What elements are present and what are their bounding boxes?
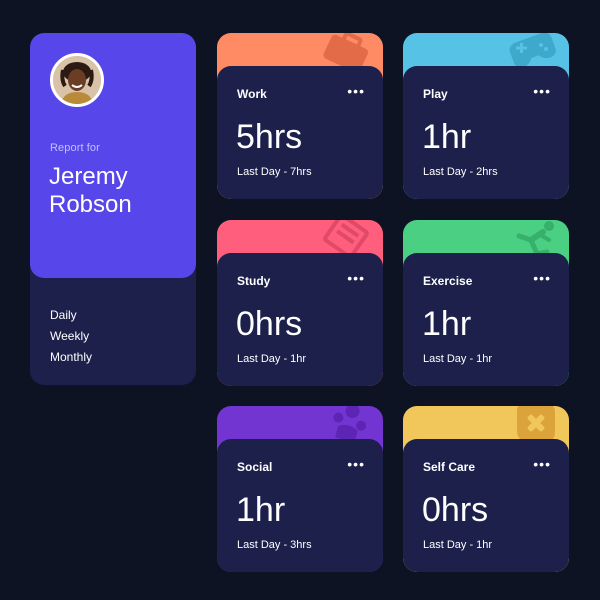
current-hours: 1hr <box>236 491 286 529</box>
user-name: Jeremy Robson <box>49 163 189 219</box>
activity-panel[interactable]: Social ••• 1hr Last Day - 3hrs <box>217 439 383 572</box>
more-options-icon[interactable]: ••• <box>533 457 551 471</box>
user-first-name: Jeremy <box>49 163 128 190</box>
activity-card-play: Play ••• 1hr Last Day - 2hrs <box>403 33 569 199</box>
activity-panel[interactable]: Play ••• 1hr Last Day - 2hrs <box>403 66 569 199</box>
avatar <box>50 53 104 107</box>
report-for-label: Report for <box>50 142 100 154</box>
timeframe-list: Daily Weekly Monthly <box>50 305 92 368</box>
previous-hours: Last Day - 1hr <box>423 539 493 551</box>
activity-card-exercise: Exercise ••• 1hr Last Day - 1hr <box>403 220 569 386</box>
previous-hours: Last Day - 1hr <box>237 353 307 365</box>
more-options-icon[interactable]: ••• <box>347 84 365 98</box>
activity-title: Social <box>237 460 273 474</box>
more-options-icon[interactable]: ••• <box>347 271 365 285</box>
activity-card-social: Social ••• 1hr Last Day - 3hrs <box>217 406 383 572</box>
timeframe-daily[interactable]: Daily <box>50 305 92 326</box>
activity-title: Play <box>423 87 448 101</box>
user-last-name: Robson <box>49 191 132 218</box>
profile-header: Report for Jeremy Robson <box>30 33 196 278</box>
previous-hours: Last Day - 3hrs <box>237 539 312 551</box>
more-options-icon[interactable]: ••• <box>347 457 365 471</box>
previous-hours: Last Day - 7hrs <box>237 166 312 178</box>
more-options-icon[interactable]: ••• <box>533 271 551 285</box>
more-options-icon[interactable]: ••• <box>533 84 551 98</box>
activity-panel[interactable]: Exercise ••• 1hr Last Day - 1hr <box>403 253 569 386</box>
current-hours: 1hr <box>422 305 472 343</box>
previous-hours: Last Day - 1hr <box>423 353 493 365</box>
profile-card: Report for Jeremy Robson Daily Weekly Mo… <box>30 33 196 385</box>
activity-card-work: Work ••• 5hrs Last Day - 7hrs <box>217 33 383 199</box>
previous-hours: Last Day - 2hrs <box>423 166 498 178</box>
current-hours: 1hr <box>422 118 472 156</box>
activity-title: Study <box>237 274 271 288</box>
activity-panel[interactable]: Study ••• 0hrs Last Day - 1hr <box>217 253 383 386</box>
activity-panel[interactable]: Self Care ••• 0hrs Last Day - 1hr <box>403 439 569 572</box>
timeframe-monthly[interactable]: Monthly <box>50 347 92 368</box>
current-hours: 0hrs <box>236 305 303 343</box>
activity-card-self-care: Self Care ••• 0hrs Last Day - 1hr <box>403 406 569 572</box>
timeframe-weekly[interactable]: Weekly <box>50 326 92 347</box>
activity-title: Exercise <box>423 274 473 288</box>
activity-panel[interactable]: Work ••• 5hrs Last Day - 7hrs <box>217 66 383 199</box>
current-hours: 5hrs <box>236 118 303 156</box>
activity-title: Work <box>237 87 267 101</box>
current-hours: 0hrs <box>422 491 489 529</box>
activity-title: Self Care <box>423 460 476 474</box>
avatar-portrait-icon <box>53 56 101 104</box>
activity-card-study: Study ••• 0hrs Last Day - 1hr <box>217 220 383 386</box>
